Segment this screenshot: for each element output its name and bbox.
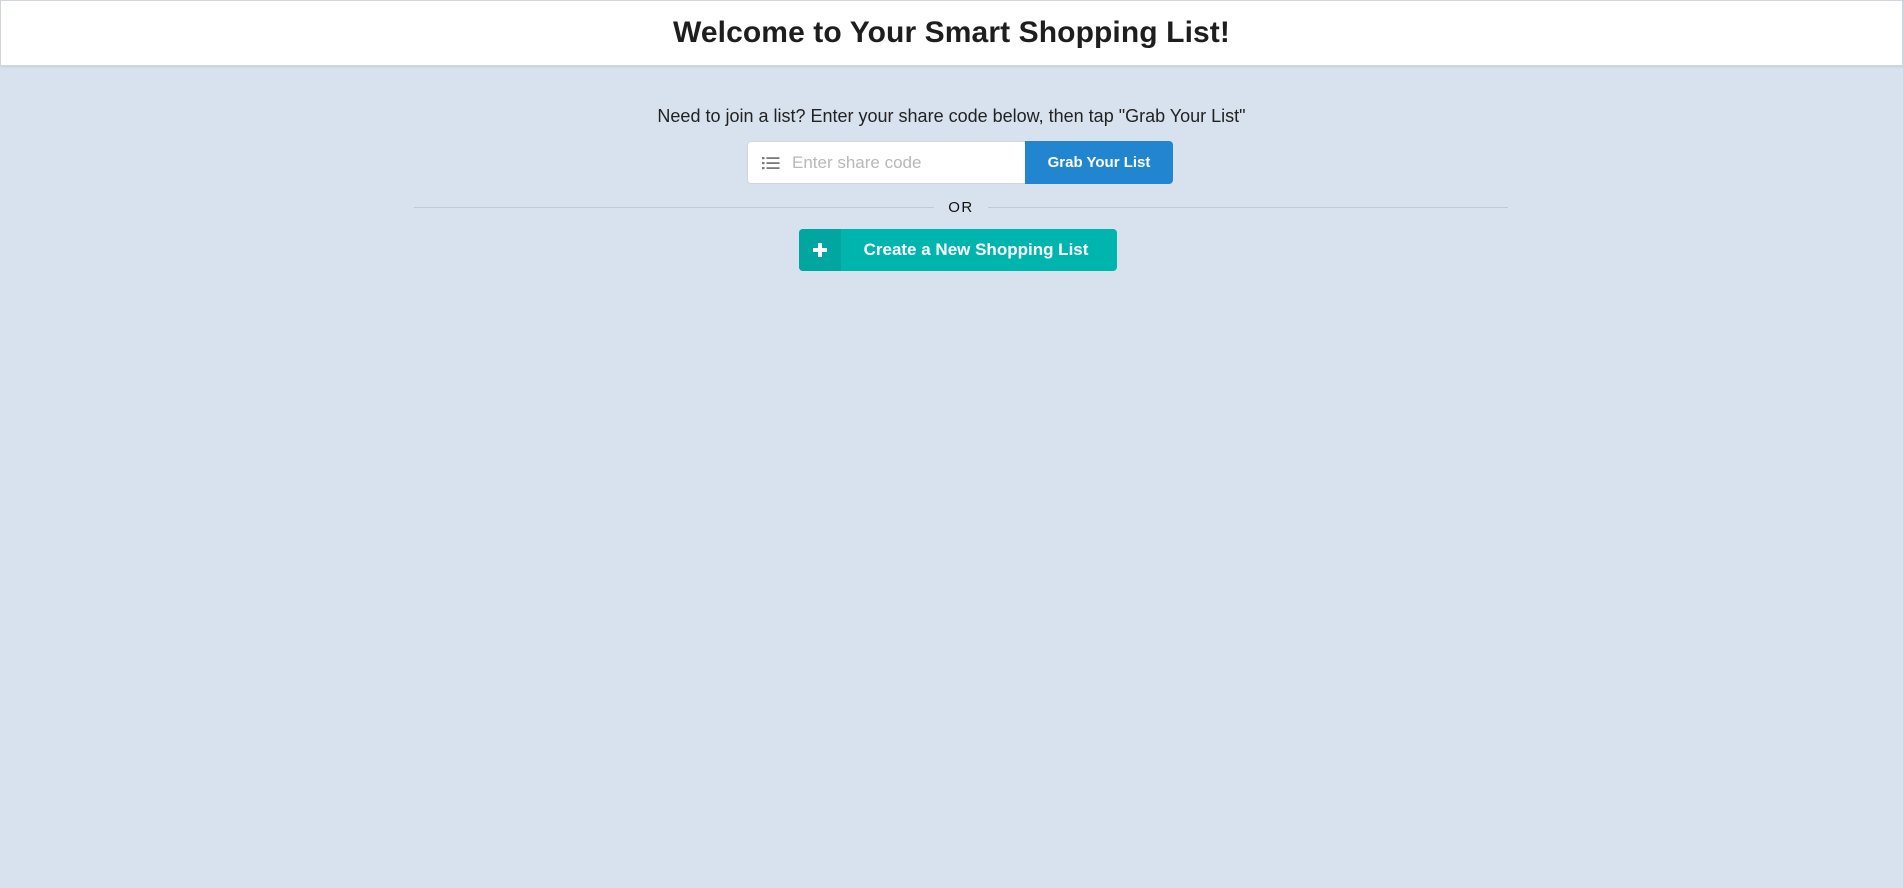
- join-form: Grab Your List: [747, 141, 1173, 184]
- list-icon: [762, 156, 780, 170]
- plus-icon: [799, 229, 841, 271]
- grab-your-list-button[interactable]: Grab Your List: [1025, 141, 1173, 184]
- share-code-input[interactable]: [792, 152, 1012, 173]
- divider-line-right: [987, 206, 1508, 208]
- share-code-field-wrapper: [747, 141, 1025, 184]
- divider-label: OR: [948, 198, 974, 216]
- create-new-list-label: Create a New Shopping List: [863, 240, 1089, 259]
- or-divider: OR: [414, 197, 1508, 217]
- join-instructions: Need to join a list? Enter your share co…: [657, 106, 1246, 126]
- divider-line-left: [414, 206, 935, 208]
- page-header: Welcome to Your Smart Shopping List!: [0, 0, 1903, 66]
- create-new-list-button[interactable]: Create a New Shopping List: [799, 229, 1117, 271]
- page-title: Welcome to Your Smart Shopping List!: [673, 16, 1230, 49]
